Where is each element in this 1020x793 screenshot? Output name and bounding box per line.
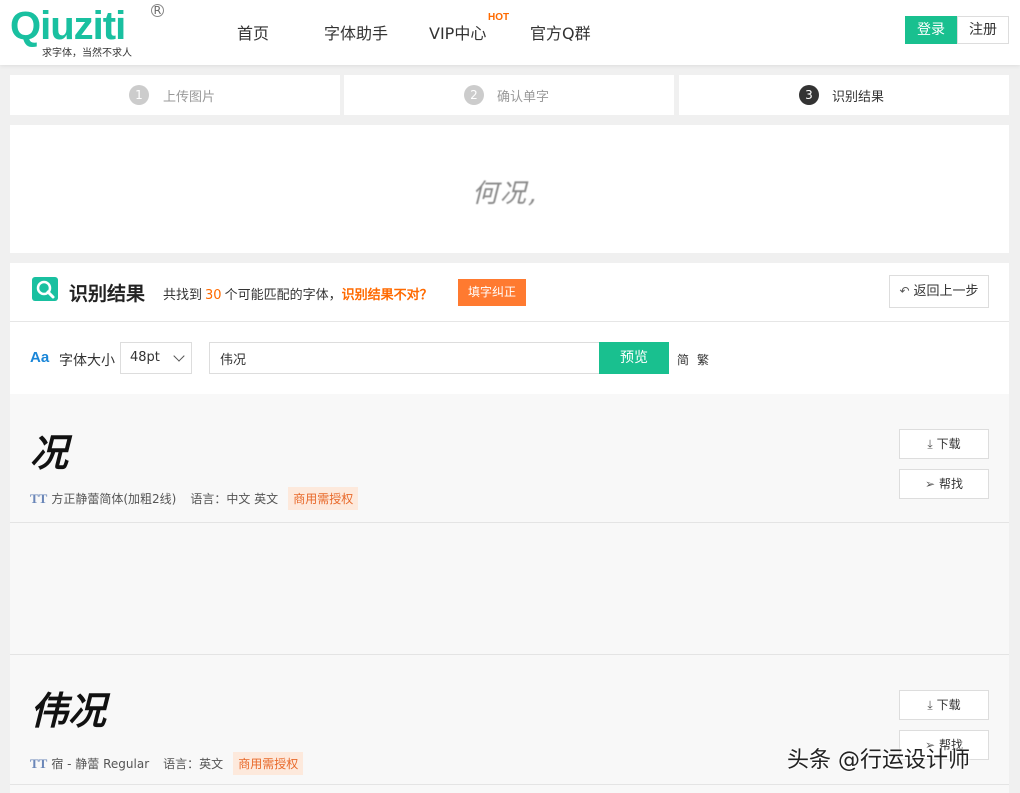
- help-find-button[interactable]: ➢ 帮找: [899, 469, 989, 499]
- font-size-label: 字体大小: [59, 353, 115, 369]
- site-logo[interactable]: Qiuziti R 求字体，当然不求人: [10, 4, 165, 60]
- font-meta: TT 宿 - 静蕾 Regular 语言：英文 商用需授权: [30, 752, 304, 775]
- divider: [10, 321, 1009, 322]
- nav-font-assistant[interactable]: 字体助手: [324, 20, 388, 44]
- font-result-item: 况 TT 方正静蕾简体(加粗2线) 语言：中文 英文 商用需授权 ⤓ 下载 ➢ 帮找: [10, 394, 1009, 523]
- font-sample: 况: [30, 430, 69, 475]
- font-name[interactable]: 方正静蕾简体(加粗2线): [51, 492, 176, 506]
- magnifier-icon: [32, 277, 58, 301]
- help-find-label: 帮找: [939, 477, 964, 491]
- language-label: 语言：: [163, 757, 200, 771]
- font-result-item-empty: [10, 524, 1009, 655]
- download-button[interactable]: ⤓ 下载: [899, 690, 989, 720]
- step-number: 2: [464, 85, 484, 105]
- chevron-down-icon: [173, 350, 185, 362]
- hot-badge: HOT: [488, 12, 510, 23]
- step-result: 3 识别结果: [679, 75, 1009, 115]
- font-type-icon: TT: [30, 756, 48, 771]
- font-languages: 中文 英文: [226, 492, 279, 506]
- result-summary-suffix: 个可能匹配的字体，: [224, 288, 342, 303]
- nav-home[interactable]: 首页: [237, 20, 269, 44]
- download-label: 下载: [936, 698, 961, 712]
- traditional-toggle[interactable]: 繁: [697, 351, 709, 368]
- step-label: 识别结果: [832, 90, 885, 105]
- send-icon: ➢: [924, 477, 936, 491]
- download-label: 下载: [936, 437, 961, 451]
- undo-arrow-icon: ↶: [899, 284, 910, 298]
- login-button[interactable]: 登录: [905, 16, 957, 44]
- register-button[interactable]: 注册: [957, 16, 1009, 44]
- download-icon: ⤓: [927, 698, 933, 712]
- result-summary: 共找到 30 个可能匹配的字体，识别结果不对？: [163, 284, 433, 303]
- font-size-icon: Aa: [30, 349, 50, 366]
- registered-mark: R: [151, 4, 164, 17]
- font-size-select[interactable]: 48pt: [120, 342, 192, 374]
- step-confirm: 2 确认单字: [344, 75, 674, 115]
- site-header: Qiuziti R 求字体，当然不求人 首页 字体助手 VIP中心 HOT 官方…: [0, 0, 1020, 65]
- result-title: 识别结果: [69, 283, 146, 305]
- uploaded-image-text: 何况,: [472, 179, 539, 209]
- result-panel: 识别结果 共找到 30 个可能匹配的字体，识别结果不对？ 填字纠正 ↶ 返回上一步 A…: [10, 263, 1009, 793]
- font-type-icon: TT: [30, 491, 48, 506]
- font-meta: TT 方正静蕾简体(加粗2线) 语言：中文 英文 商用需授权: [30, 487, 359, 510]
- step-number: 1: [129, 85, 149, 105]
- font-result-list: 况 TT 方正静蕾简体(加粗2线) 语言：中文 英文 商用需授权 ⤓ 下载 ➢ 帮找 伟况…: [10, 394, 1009, 793]
- download-button[interactable]: ⤓ 下载: [899, 429, 989, 459]
- step-label: 确认单字: [497, 90, 550, 105]
- font-size-value: 48pt: [130, 350, 160, 365]
- wrong-result-prompt: 识别结果不对？: [341, 288, 433, 303]
- step-number: 3: [799, 85, 819, 105]
- license-badge: 商用需授权: [233, 752, 304, 775]
- watermark: 头条 @行运设计师: [787, 748, 970, 773]
- uploaded-image-preview: 何况,: [10, 125, 1009, 253]
- result-count: 30: [205, 288, 222, 303]
- preview-button[interactable]: 预览: [599, 342, 669, 374]
- preview-text-input[interactable]: [209, 342, 600, 374]
- step-label: 上传图片: [163, 90, 216, 105]
- license-badge: 商用需授权: [288, 487, 359, 510]
- simplified-toggle[interactable]: 简: [677, 351, 689, 368]
- nav-official-qq-group[interactable]: 官方Q群: [530, 20, 591, 44]
- back-button-label: 返回上一步: [913, 284, 979, 299]
- nav-vip-center[interactable]: VIP中心: [429, 20, 486, 44]
- logo-slogan: 求字体，当然不求人: [42, 48, 132, 59]
- step-upload: 1 上传图片: [10, 75, 340, 115]
- font-name[interactable]: 宿 - 静蕾 Regular: [51, 757, 149, 771]
- correct-characters-button[interactable]: 填字纠正: [458, 279, 526, 306]
- back-button[interactable]: ↶ 返回上一步: [889, 275, 989, 308]
- result-summary-prefix: 共找到: [163, 288, 203, 303]
- font-languages: 英文: [199, 757, 224, 771]
- logo-text: Qiuziti: [10, 4, 126, 48]
- language-label: 语言：: [190, 492, 227, 506]
- font-sample: 伟况: [30, 688, 107, 733]
- download-icon: ⤓: [927, 437, 933, 451]
